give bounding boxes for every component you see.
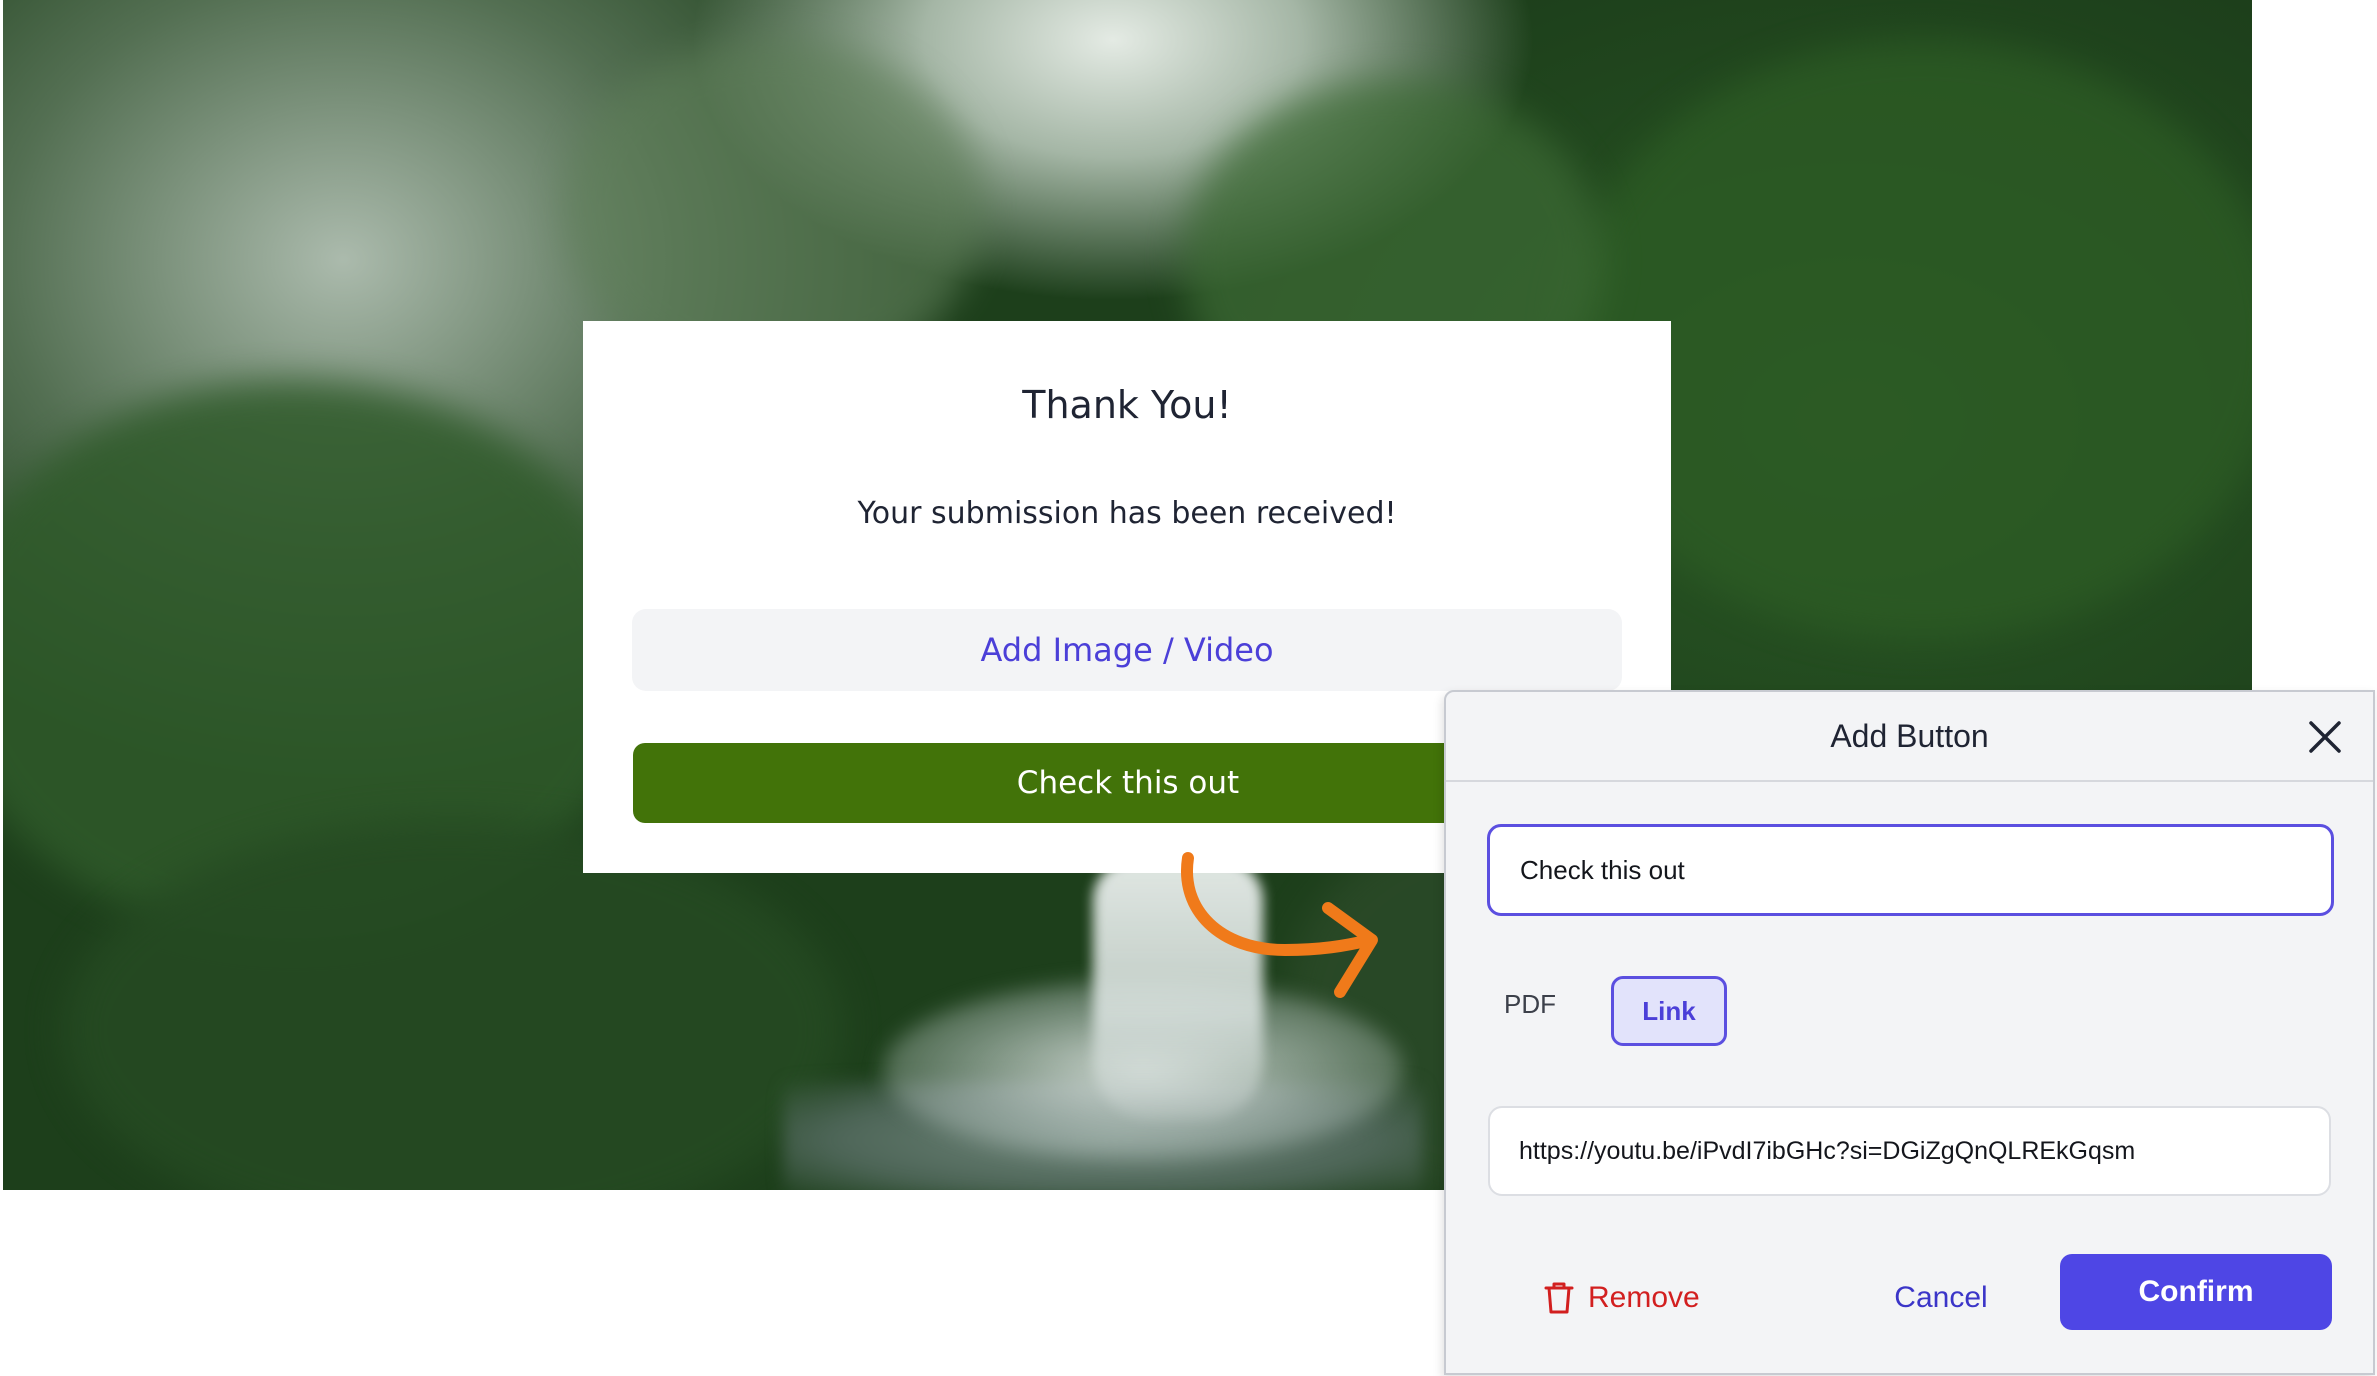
add-button-dialog: Add Button PDF Link Remove Cancel Confir… [1444,690,2375,1375]
remove-label: Remove [1588,1281,1700,1314]
button-label-input[interactable] [1487,824,2334,916]
dialog-header: Add Button [1446,692,2373,782]
trash-icon [1544,1282,1574,1314]
dialog-title: Add Button [1830,718,1989,754]
url-input[interactable] [1488,1106,2331,1196]
type-option-pdf[interactable]: PDF [1504,979,1556,1029]
type-option-link[interactable]: Link [1611,976,1727,1046]
card-title: Thank You! [1022,383,1232,427]
close-icon[interactable] [2307,719,2343,755]
add-image-video-button[interactable]: Add Image / Video [632,609,1622,691]
remove-button[interactable]: Remove [1544,1270,1700,1326]
card-subtitle: Your submission has been received! [857,496,1397,531]
curved-arrow-icon [1181,852,1378,998]
confirm-button[interactable]: Confirm [2060,1254,2332,1330]
cancel-button[interactable]: Cancel [1861,1270,2021,1326]
stage: Thank You! Your submission has been rece… [0,0,2377,1376]
